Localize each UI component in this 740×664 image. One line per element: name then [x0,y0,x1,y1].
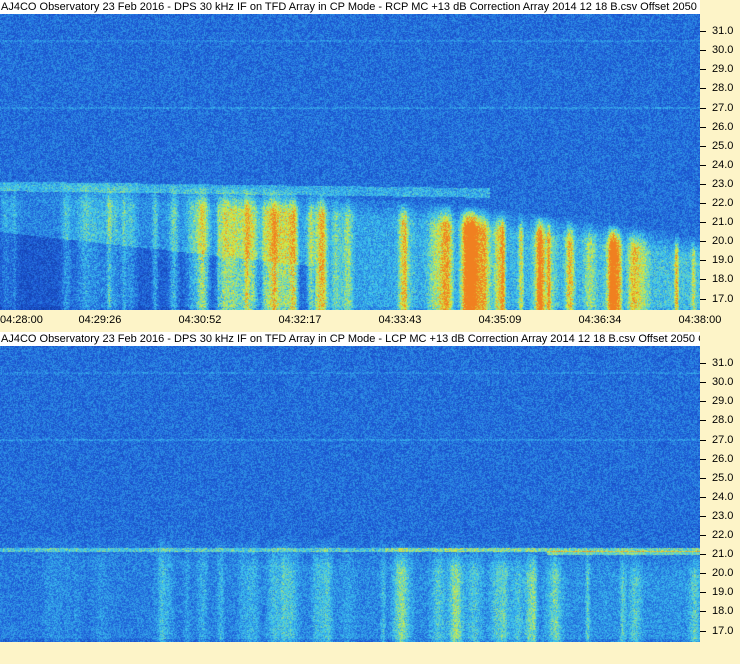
rcp-panel: AJ4CO Observatory 23 Feb 2016 - DPS 30 k… [0,0,740,310]
freq-tick-label: 24.0 [712,158,734,171]
time-tick-label: 04:29:26 [78,314,122,326]
freq-tick [700,382,706,384]
freq-tick [700,260,706,262]
freq-tick [700,222,706,224]
freq-tick [700,477,706,479]
freq-tick-label: 22.0 [712,529,734,542]
freq-tick-label: 25.0 [712,471,734,484]
freq-tick [700,241,706,243]
freq-tick-label: 21.0 [712,216,734,229]
freq-tick-label: 31.0 [712,357,734,370]
freq-tick-label: 28.0 [712,82,734,95]
freq-tick-label: 20.0 [712,567,734,580]
time-tick-label: 04:28:00 [0,314,43,326]
time-tick-label: 04:36:34 [578,314,622,326]
rcp-spectrogram [0,14,700,310]
freq-tick-label: 20.0 [712,235,734,248]
freq-tick [700,69,706,71]
freq-tick [700,592,706,594]
freq-tick [700,458,706,460]
freq-tick-label: 17.0 [712,624,734,637]
freq-tick-label: 18.0 [712,605,734,618]
freq-tick-label: 29.0 [712,63,734,76]
time-tick-label: 04:35:09 [478,314,522,326]
freq-tick-label: 23.0 [712,509,734,522]
freq-tick [700,145,706,147]
freq-tick-label: 19.0 [712,586,734,599]
freq-tick-label: 26.0 [712,452,734,465]
freq-tick-label: 26.0 [712,120,734,133]
freq-tick [700,107,706,109]
lcp-spectrogram-canvas [0,346,700,642]
freq-tick [700,279,706,281]
freq-tick-label: 31.0 [712,25,734,38]
freq-tick [700,298,706,300]
time-tick-label: 04:32:17 [278,314,322,326]
time-tick-label: 04:30:52 [178,314,222,326]
time-tick-label: 04:38:00 [678,314,722,326]
freq-tick [700,363,706,365]
freq-tick [700,515,706,517]
freq-tick-label: 25.0 [712,139,734,152]
time-tick-label: 04:33:43 [378,314,422,326]
freq-tick [700,535,706,537]
freq-tick-label: 27.0 [712,101,734,114]
freq-tick [700,164,706,166]
freq-tick [700,126,706,128]
bottom-strip [0,642,740,664]
freq-tick-label: 30.0 [712,44,734,57]
rcp-title: AJ4CO Observatory 23 Feb 2016 - DPS 30 k… [0,0,701,14]
rcp-spectrogram-canvas [0,14,700,310]
freq-tick [700,50,706,52]
freq-tick [700,401,706,403]
freq-tick [700,203,706,205]
freq-tick [700,611,706,613]
lcp-title: AJ4CO Observatory 23 Feb 2016 - DPS 30 k… [0,332,701,346]
rcp-frequency-axis: 31.0 30.0 29.0 28.0 27.0 26.0 25.0 24.0 23.0 22.0… [700,0,740,310]
lcp-panel: AJ4CO Observatory 23 Feb 2016 - DPS 30 k… [0,332,740,642]
freq-tick-label: 30.0 [712,376,734,389]
freq-tick [700,420,706,422]
freq-tick-label: 19.0 [712,254,734,267]
freq-tick [700,88,706,90]
freq-tick [700,31,706,33]
freq-tick-label: 21.0 [712,548,734,561]
freq-tick-label: 29.0 [712,395,734,408]
freq-tick-label: 18.0 [712,273,734,286]
time-axis: 04:28:00 04:29:26 04:30:52 04:32:17 04:33:43… [0,310,740,328]
freq-tick-label: 22.0 [712,197,734,210]
freq-tick [700,439,706,441]
freq-tick-label: 27.0 [712,433,734,446]
freq-tick [700,630,706,632]
freq-tick-label: 23.0 [712,177,734,190]
freq-tick-label: 28.0 [712,414,734,427]
freq-tick-label: 24.0 [712,490,734,503]
freq-tick-label: 17.0 [712,292,734,305]
freq-tick [700,496,706,498]
freq-tick [700,573,706,575]
freq-tick [700,554,706,556]
freq-tick [700,183,706,185]
lcp-frequency-axis: 31.0 30.0 29.0 28.0 27.0 26.0 25.0 24.0 23.0 22.0… [700,332,740,642]
lcp-spectrogram [0,346,700,642]
